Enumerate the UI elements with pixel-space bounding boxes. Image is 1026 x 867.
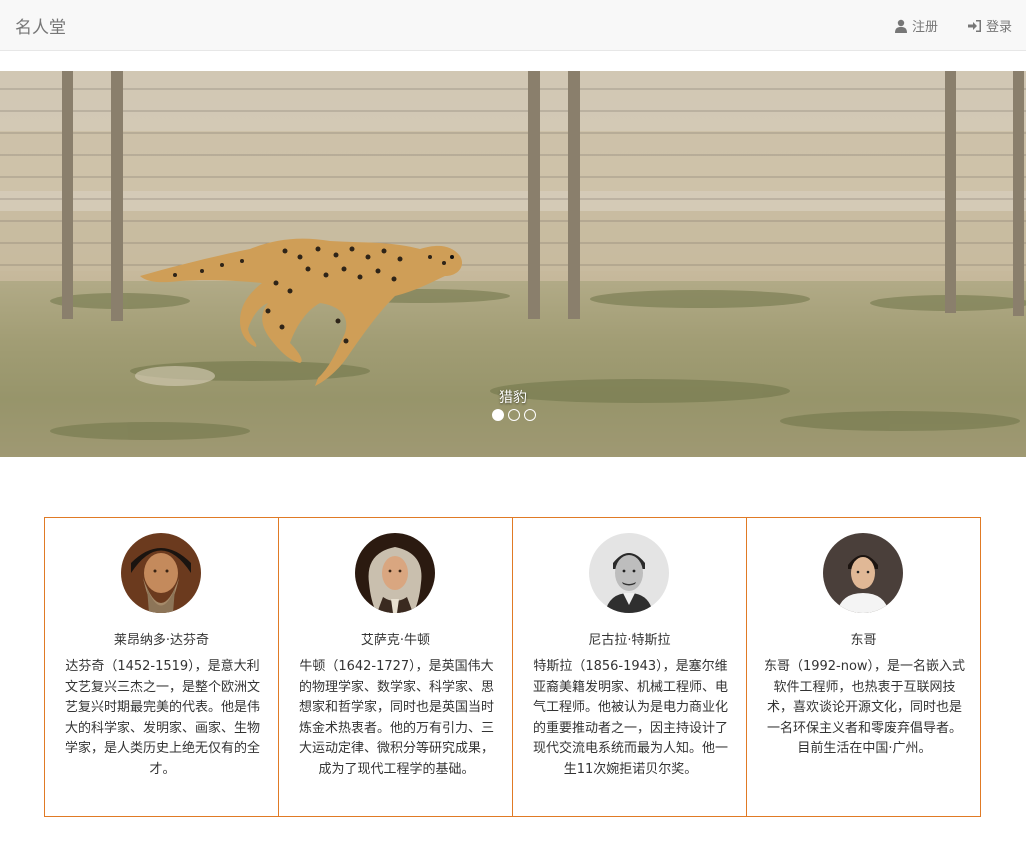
carousel-caption: 猎豹 [499,390,527,406]
carousel[interactable]: 猎豹 [0,71,1026,457]
avatar-davinci [121,533,201,613]
person-name: 莱昂纳多·达芬奇 [113,633,210,648]
avatar-tesla [589,533,669,613]
person-description: 牛顿（1642-1727），是英国伟大的物理学家、数学家、科学家、思想家和哲学家… [298,659,494,777]
carousel-indicator-1[interactable] [492,409,504,421]
person-card-tesla: 尼古拉·特斯拉 特斯拉（1856-1943），是塞尔维亚裔美籍发明家、机械工程师… [512,517,747,817]
carousel-indicator-2[interactable] [508,409,520,421]
register-label: 注册 [911,20,938,35]
login-label: 登录 [985,20,1012,35]
brand-link[interactable]: 名人堂 [15,13,66,38]
carousel-indicators [492,409,536,421]
person-name: 东哥 [850,633,877,648]
navbar: 名人堂 注册 登录 [0,0,1026,51]
person-description: 东哥（1992-now），是一名嵌入式软件工程师，也热衷于互联网技术，喜欢谈论开… [763,659,966,756]
person-card-newton: 艾萨克·牛顿 牛顿（1642-1727），是英国伟大的物理学家、数学家、科学家、… [278,517,513,817]
person-card-davinci: 莱昂纳多·达芬奇 达芬奇（1452-1519），是意大利文艺复兴三杰之一，是整个… [44,517,279,817]
log-in-icon [967,19,981,32]
person-description: 达芬奇（1452-1519），是意大利文艺复兴三杰之一，是整个欧洲文艺复兴时期最… [64,659,260,777]
person-card-dongge: 东哥 东哥（1992-now），是一名嵌入式软件工程师，也热衷于互联网技术，喜欢… [746,517,981,817]
user-icon [894,19,907,33]
person-name: 尼古拉·特斯拉 [588,633,671,648]
login-link[interactable]: 登录 [967,16,1012,35]
person-name: 艾萨克·牛顿 [360,633,431,648]
person-description: 特斯拉（1856-1943），是塞尔维亚裔美籍发明家、机械工程师、电气工程师。他… [532,659,728,777]
carousel-indicator-3[interactable] [524,409,536,421]
avatar-dongge [823,533,903,613]
people-cards: 莱昂纳多·达芬奇 达芬奇（1452-1519），是意大利文艺复兴三杰之一，是整个… [44,517,984,817]
avatar-newton [355,533,435,613]
nav-right: 注册 登录 [894,16,1012,35]
register-link[interactable]: 注册 [894,16,938,35]
